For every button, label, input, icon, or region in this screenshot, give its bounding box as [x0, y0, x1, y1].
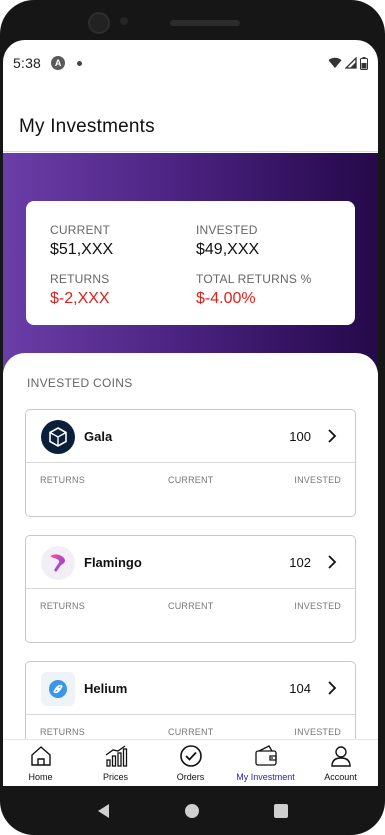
signal-icon [345, 57, 357, 69]
nav-my-investment[interactable]: My Investment [228, 740, 303, 786]
nav-label: Orders [176, 772, 205, 782]
nav-label: Prices [102, 772, 128, 782]
total-returns-summary: TOTAL RETURNS % $-4.00% [196, 272, 311, 308]
flamingo-logo-icon [41, 546, 75, 580]
returns-label: RETURNS [50, 272, 110, 286]
current-column-label: CURRENT [168, 727, 214, 737]
app-notification-icon: A [51, 56, 66, 70]
coin-header[interactable]: Flamingo 102 [26, 536, 355, 589]
nav-home[interactable]: Home [3, 740, 78, 786]
status-bar: 5:38 A [3, 40, 378, 86]
orders-icon [179, 745, 202, 767]
returns-summary: RETURNS $-2,XXX [50, 272, 110, 308]
coin-quantity: 104 [289, 681, 311, 696]
chevron-right-icon[interactable] [323, 426, 341, 446]
chevron-right-icon[interactable] [323, 552, 341, 572]
coin-name: Helium [84, 681, 128, 696]
wallet-icon [254, 745, 277, 766]
helium-logo-icon [41, 672, 75, 706]
returns-column-label: RETURNS [40, 727, 85, 737]
portfolio-banner: CURRENT $51,XXX INVESTED $49,XXX RETURNS… [3, 153, 378, 373]
front-camera [88, 12, 110, 34]
coin-header[interactable]: Helium 104 [26, 662, 355, 715]
nav-label: My Investment [236, 772, 295, 782]
phone-frame: 5:38 A My Investments CURRENT $51,XXX IN… [0, 0, 385, 835]
invested-coins-sheet: INVESTED COINS Gala 100 RETURNS CURRENT … [3, 353, 378, 769]
invested-column-label: INVESTED [294, 475, 341, 485]
current-summary: CURRENT $51,XXX [50, 223, 113, 259]
status-time: 5:38 [13, 55, 42, 71]
back-icon[interactable] [95, 802, 113, 820]
portfolio-summary-card: CURRENT $51,XXX INVESTED $49,XXX RETURNS… [26, 201, 355, 325]
coin-card-gala[interactable]: Gala 100 RETURNS CURRENT INVESTED [25, 409, 356, 517]
invested-column-label: INVESTED [294, 727, 341, 737]
nav-account[interactable]: Account [303, 740, 378, 786]
total-returns-value: $-4.00% [196, 290, 256, 307]
wifi-icon [328, 57, 342, 68]
nav-label: Account [324, 772, 357, 782]
prices-icon [105, 745, 127, 767]
home-icon [30, 746, 51, 766]
invested-value: $49,XXX [196, 241, 260, 258]
coin-name: Flamingo [84, 555, 142, 570]
total-returns-label: TOTAL RETURNS % [196, 272, 312, 286]
page-title: My Investments [19, 116, 155, 137]
coin-name: Gala [84, 429, 113, 444]
app-screen: 5:38 A My Investments CURRENT $51,XXX IN… [3, 40, 378, 786]
coin-card-flamingo[interactable]: Flamingo 102 RETURNS CURRENT INVESTED [25, 535, 356, 643]
returns-column-label: RETURNS [40, 601, 85, 611]
system-navigation-bar [0, 786, 385, 835]
app-header: My Investments [3, 86, 378, 152]
coin-quantity: 102 [289, 555, 311, 570]
gala-logo-icon [41, 420, 75, 454]
returns-column-label: RETURNS [40, 475, 85, 485]
sensor [120, 17, 128, 25]
nav-orders[interactable]: Orders [153, 740, 228, 786]
current-value: $51,XXX [50, 241, 114, 258]
recents-icon[interactable] [272, 802, 290, 820]
status-icons [328, 56, 368, 70]
invested-label: INVESTED [196, 223, 258, 237]
nav-prices[interactable]: Prices [78, 740, 153, 786]
invested-coins-title: INVESTED COINS [27, 376, 133, 390]
invested-column-label: INVESTED [294, 601, 341, 611]
chevron-right-icon[interactable] [323, 678, 341, 698]
notification-dot-icon [77, 60, 83, 66]
nav-label: Home [28, 772, 53, 782]
invested-summary: INVESTED $49,XXX [196, 223, 259, 259]
returns-value: $-2,XXX [50, 290, 110, 307]
battery-icon [360, 56, 368, 70]
current-column-label: CURRENT [168, 475, 214, 485]
current-column-label: CURRENT [168, 601, 214, 611]
home-button-icon[interactable] [183, 802, 201, 820]
coin-quantity: 100 [289, 429, 311, 444]
coin-header[interactable]: Gala 100 [26, 410, 355, 463]
earpiece-speaker [170, 20, 240, 26]
bottom-navigation: Home Prices Orders My Investment Account [3, 739, 378, 786]
phone-top-bezel [0, 0, 385, 42]
account-icon [330, 746, 351, 767]
current-label: CURRENT [50, 223, 111, 237]
